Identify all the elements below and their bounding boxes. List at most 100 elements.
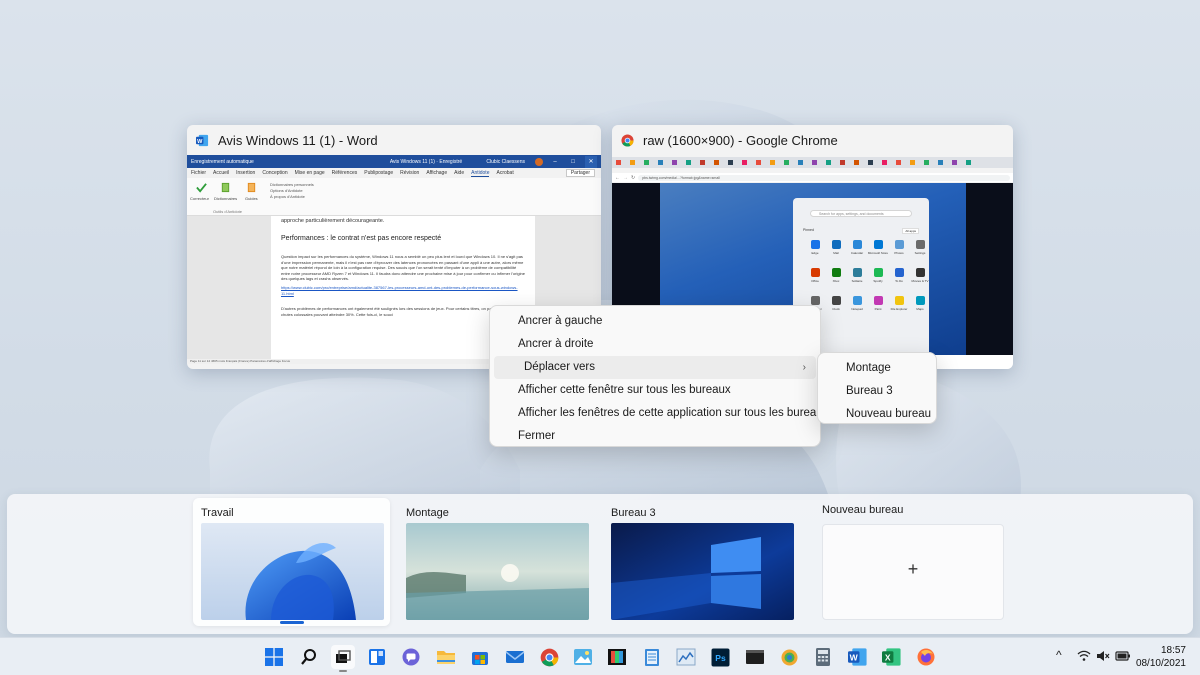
earth-app-icon[interactable] — [777, 645, 801, 669]
start-app-icon — [832, 268, 841, 277]
menu-item-snap-left[interactable]: Ancrer à gauche — [494, 310, 816, 333]
tab-favicon — [938, 160, 943, 165]
desktop-card-travail[interactable]: Travail — [193, 498, 390, 626]
submenu-item-montage[interactable]: Montage — [822, 357, 932, 380]
maximize-icon: □ — [571, 158, 575, 165]
word-icon: W — [196, 134, 209, 146]
search-icon[interactable] — [297, 645, 321, 669]
word-taskbar-icon[interactable]: W — [846, 645, 870, 669]
desktop-label: Travail — [201, 507, 234, 519]
chrome-window-title: raw (1600×900) - Google Chrome — [643, 132, 838, 148]
photos-icon[interactable] — [571, 645, 595, 669]
new-desktop-button[interactable]: + — [822, 524, 1004, 620]
word-doc-title: Avis Windows 11 (1) · Enregistré — [389, 158, 463, 165]
tab-favicon — [868, 160, 873, 165]
tab-favicon — [728, 160, 733, 165]
tab-favicon — [630, 160, 635, 165]
word-window-header[interactable]: W Avis Windows 11 (1) - Word — [187, 125, 601, 155]
book-icon — [221, 182, 230, 193]
task-view-icon[interactable] — [331, 645, 355, 672]
virtual-desktops-bar: Travail Montage Bureau 3 Nouveau bureau … — [7, 494, 1193, 634]
terminal-icon[interactable] — [743, 645, 767, 669]
desktop-thumbnail[interactable] — [611, 523, 794, 620]
tab-favicon — [742, 160, 747, 165]
tab-favicon — [644, 160, 649, 165]
menu-item-move-to[interactable]: Déplacer vers › — [494, 356, 816, 379]
start-app-icon — [853, 296, 862, 305]
start-search-box: Search for apps, settings, and documents — [810, 210, 912, 217]
word-ribbon: Correcteur Dictionnaires Guides Outils d… — [187, 178, 601, 216]
close-icon: ✕ — [585, 155, 597, 168]
tab-favicon — [896, 160, 901, 165]
tab-favicon — [910, 160, 915, 165]
minimize-icon: – — [553, 158, 557, 165]
doc-link: https://www.clubic.com/pro/entreprise/am… — [281, 284, 518, 296]
doc-heading: Performances : le contrat n'est pas enco… — [281, 235, 442, 242]
tab-favicon — [798, 160, 803, 165]
firefox-icon[interactable] — [914, 645, 938, 669]
teams-chat-icon[interactable] — [399, 645, 423, 669]
start-app-icon — [832, 296, 841, 305]
photoshop-icon[interactable]: Ps — [708, 645, 732, 669]
tab-favicon — [616, 160, 621, 165]
svg-text:X: X — [885, 653, 891, 663]
chrome-icon[interactable] — [537, 645, 561, 669]
tab-favicon — [854, 160, 859, 165]
dictionnaires-label: Dictionnaires — [214, 196, 238, 201]
chrome-window-header[interactable]: raw (1600×900) - Google Chrome — [612, 125, 1013, 155]
back-icon: ← — [615, 174, 620, 181]
desktop-card-montage[interactable]: Montage — [398, 498, 595, 626]
clock-time: 18:57 — [1160, 645, 1186, 656]
start-app-icon — [811, 240, 820, 249]
tab-favicon — [756, 160, 761, 165]
battery-plugged-icon[interactable] — [1115, 650, 1131, 662]
volume-muted-icon[interactable] — [1096, 650, 1110, 662]
desktop-thumbnail[interactable] — [201, 523, 384, 620]
tab-insertion: Insertion — [236, 170, 256, 176]
tab-revision: Révision — [400, 170, 420, 176]
store-icon[interactable] — [468, 645, 492, 669]
desktop-label: Montage — [406, 507, 449, 519]
tab-favicon — [700, 160, 705, 165]
tab-favicon — [952, 160, 957, 165]
menu-item-close[interactable]: Fermer — [494, 425, 816, 448]
menu-item-show-window-all-desktops[interactable]: Afficher cette fenêtre sur tous les bure… — [494, 379, 816, 402]
move-to-submenu: Montage Bureau 3 Nouveau bureau — [817, 352, 937, 424]
chevron-right-icon: › — [802, 362, 806, 373]
checkmark-icon — [196, 183, 207, 193]
doc-paragraph: Question impact sur les performances du … — [281, 254, 525, 282]
tab-antidote: Antidote — [471, 169, 490, 177]
mail-icon[interactable] — [503, 645, 527, 669]
calculator-icon[interactable] — [811, 645, 835, 669]
tab-favicon — [658, 160, 663, 165]
ribbon-list-item: À propos d'Antidote — [270, 194, 305, 199]
start-app-icon — [895, 268, 904, 277]
desktop-card-bureau-3[interactable]: Bureau 3 — [603, 498, 800, 626]
menu-item-label: Déplacer vers — [524, 361, 595, 373]
chart-app-icon[interactable] — [674, 645, 698, 669]
tab-fichier: Fichier — [191, 170, 207, 176]
notepad-icon[interactable] — [640, 645, 664, 669]
chrome-icon — [621, 133, 634, 147]
start-app-icon — [895, 240, 904, 249]
desktop-thumbnail[interactable] — [406, 523, 589, 620]
tray-overflow-chevron[interactable]: ^ — [1056, 648, 1062, 662]
new-desktop-label: Nouveau bureau — [822, 504, 904, 516]
file-explorer-icon[interactable] — [434, 645, 458, 669]
window-context-menu: Ancrer à gauche Ancrer à droite Déplacer… — [489, 305, 828, 448]
menu-item-show-app-all-desktops[interactable]: Afficher les fenêtres de cette applicati… — [494, 402, 828, 425]
wifi-icon[interactable] — [1077, 650, 1091, 662]
start-app-icon — [874, 296, 883, 305]
excel-icon[interactable]: X — [880, 645, 904, 669]
submenu-item-bureau-3[interactable]: Bureau 3 — [822, 380, 932, 403]
widgets-icon[interactable] — [365, 645, 389, 669]
start-app-icon — [874, 268, 883, 277]
film-icon[interactable] — [605, 645, 629, 669]
tab-aide: Aide — [454, 170, 465, 176]
tab-favicon — [812, 160, 817, 165]
desktop-label: Bureau 3 — [611, 507, 656, 519]
system-clock[interactable]: 18:57 08/10/2021 — [1136, 644, 1186, 670]
windows-start-icon[interactable] — [262, 645, 286, 669]
submenu-item-new-desktop[interactable]: Nouveau bureau — [822, 403, 932, 426]
menu-item-snap-right[interactable]: Ancrer à droite — [494, 333, 816, 356]
